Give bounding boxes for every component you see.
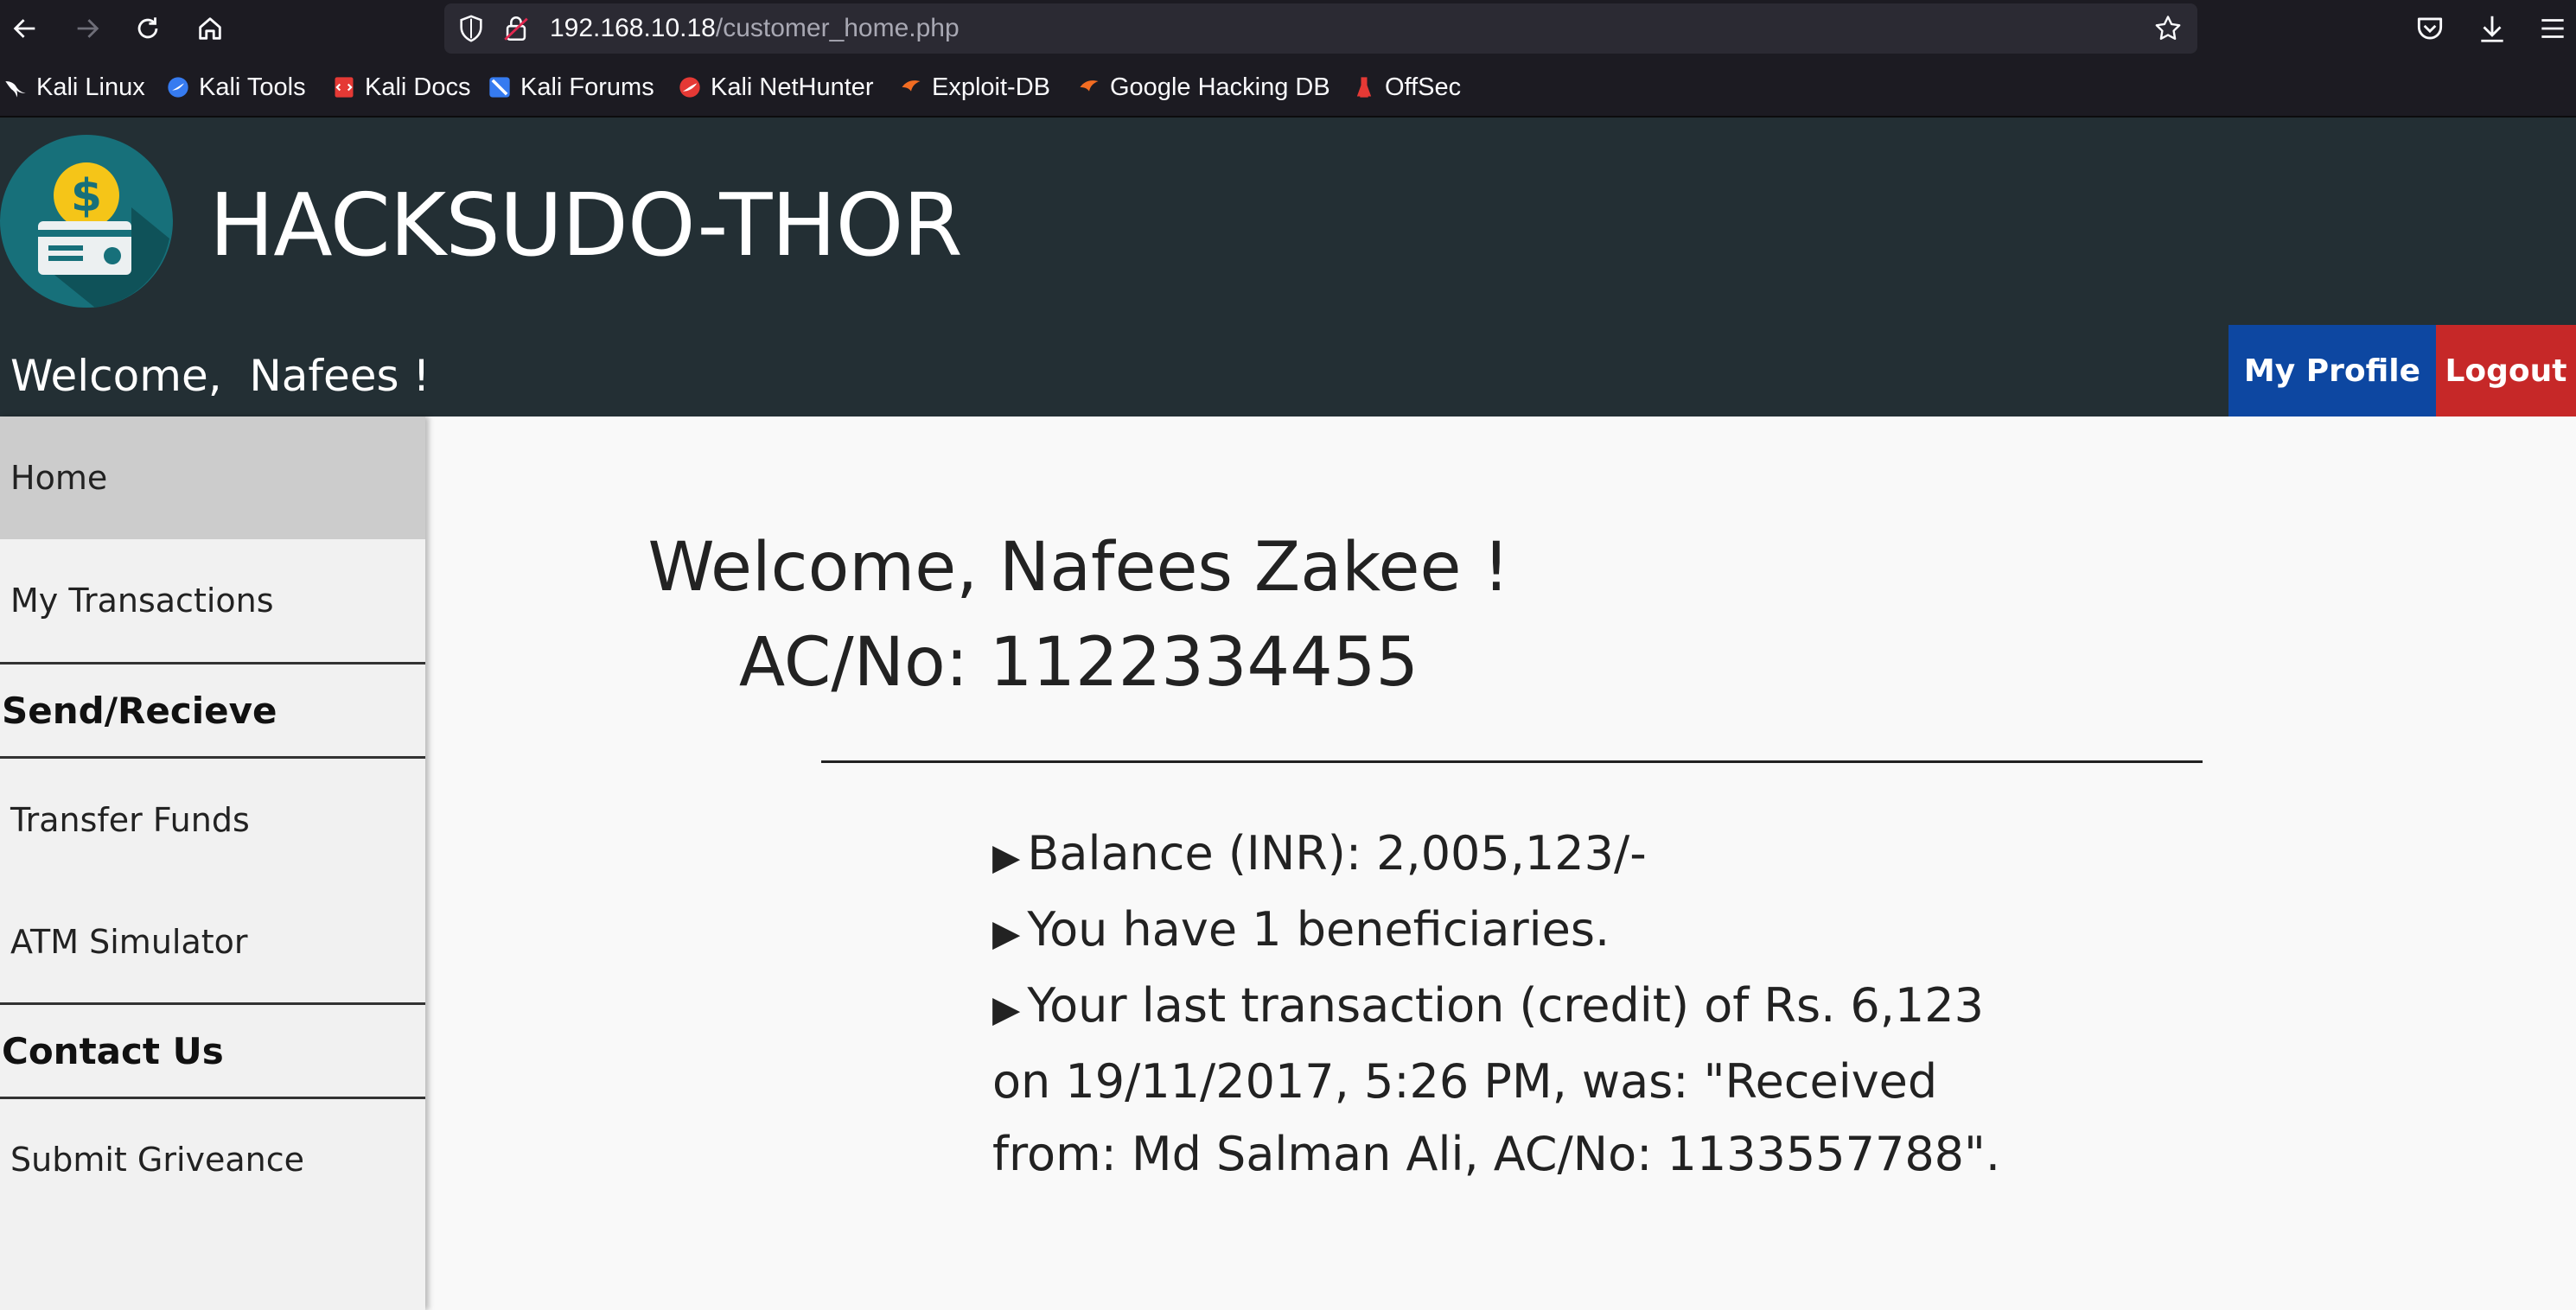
sidebar-item-transfer-funds[interactable]: Transfer Funds bbox=[0, 759, 425, 881]
url-bar[interactable]: 192.168.10.18/customer_home.php bbox=[444, 3, 2197, 54]
bookmark-kali-forums[interactable]: Kali Forums bbox=[488, 57, 654, 118]
bookmark-kali-docs[interactable]: Kali Docs bbox=[332, 57, 471, 118]
sidebar-item-atm-simulator[interactable]: ATM Simulator bbox=[0, 881, 425, 1002]
browser-toolbar: 192.168.10.18/customer_home.php bbox=[0, 0, 2576, 57]
bookmark-kali-linux[interactable]: Kali Linux bbox=[3, 57, 145, 118]
nethunter-icon bbox=[679, 77, 700, 98]
svg-text:$: $ bbox=[71, 170, 102, 222]
beneficiaries-line: ▶ You have 1 beneficiaries. bbox=[992, 893, 2047, 970]
bank-logo-icon: $ bbox=[0, 135, 173, 308]
account-summary: ▶ Balance (INR): 2,005,123/- ▶ You have 1 … bbox=[992, 817, 2047, 1191]
logout-button[interactable]: Logout bbox=[2436, 325, 2576, 417]
bookmark-label: Kali Forums bbox=[520, 73, 654, 101]
offsec-icon bbox=[1356, 77, 1372, 98]
kali-dragon-icon bbox=[5, 81, 26, 98]
bookmark-label: Google Hacking DB bbox=[1110, 73, 1330, 101]
bookmarks-toolbar: Kali Linux Kali Tools Kali Docs Kali For… bbox=[0, 57, 2576, 118]
content-divider bbox=[821, 760, 2203, 763]
my-profile-button[interactable]: My Profile bbox=[2228, 325, 2436, 417]
insecure-lock-icon[interactable] bbox=[501, 13, 531, 44]
home-icon[interactable] bbox=[190, 9, 230, 48]
kali-tools-icon bbox=[168, 77, 188, 98]
account-number: AC/No: 1122334455 bbox=[738, 624, 1419, 702]
ghdb-icon bbox=[1080, 80, 1099, 92]
customer-greeting: Welcome, Nafees Zakee ! AC/No: 112233445… bbox=[0, 520, 2158, 710]
bullet-triangle-icon: ▶ bbox=[992, 912, 1021, 954]
reload-icon[interactable] bbox=[128, 9, 168, 48]
kali-forums-icon bbox=[489, 77, 510, 98]
bookmark-label: Kali NetHunter bbox=[711, 73, 874, 101]
pocket-icon[interactable] bbox=[2413, 12, 2446, 45]
tracking-shield-icon[interactable] bbox=[456, 14, 486, 43]
sidebar-item-label: Home bbox=[10, 459, 108, 497]
site-title: HACKSUDO-THOR bbox=[209, 175, 963, 276]
back-arrow-icon[interactable] bbox=[5, 9, 45, 48]
bookmark-offsec[interactable]: OffSec bbox=[1352, 57, 1461, 118]
exploit-db-icon bbox=[902, 80, 921, 92]
bookmark-kali-tools[interactable]: Kali Tools bbox=[166, 57, 306, 118]
hamburger-menu-icon[interactable] bbox=[2536, 12, 2569, 45]
bullet-triangle-icon: ▶ bbox=[992, 836, 1021, 878]
balance-line: ▶ Balance (INR): 2,005,123/- bbox=[992, 817, 2047, 893]
bookmark-label: OffSec bbox=[1385, 73, 1462, 101]
url-host: 192.168.10.18 bbox=[550, 14, 716, 42]
forward-arrow-icon[interactable] bbox=[67, 9, 107, 48]
bookmark-kali-nethunter[interactable]: Kali NetHunter bbox=[678, 57, 874, 118]
greeting-name: Welcome, Nafees Zakee ! bbox=[647, 529, 1510, 607]
last-transaction-text-3: from: Md Salman Ali, AC/No: 1133557788". bbox=[992, 1127, 2001, 1181]
welcome-message: Welcome, Nafees ! bbox=[10, 351, 430, 401]
downloads-icon[interactable] bbox=[2476, 12, 2509, 45]
last-transaction-text-1: Your last transaction (credit) of Rs. 6,… bbox=[1027, 978, 1984, 1033]
sidebar-item-label: ATM Simulator bbox=[10, 923, 248, 961]
bookmark-label: Exploit-DB bbox=[932, 73, 1050, 101]
bookmark-label: Kali Linux bbox=[36, 73, 145, 101]
url-text[interactable]: 192.168.10.18/customer_home.php bbox=[550, 3, 960, 54]
url-path: /customer_home.php bbox=[715, 14, 960, 42]
bookmark-exploit-db[interactable]: Exploit-DB bbox=[899, 57, 1050, 118]
sidebar-section-contact-us: Contact Us bbox=[2, 1029, 224, 1072]
balance-text: Balance (INR): 2,005,123/- bbox=[1027, 826, 1647, 881]
last-transaction-text-2: on 19/11/2017, 5:26 PM, was: "Received bbox=[992, 1054, 1938, 1109]
beneficiaries-text: You have 1 beneficiaries. bbox=[1027, 902, 1610, 957]
bookmark-star-icon[interactable] bbox=[2152, 13, 2184, 44]
sidebar-item-label: Transfer Funds bbox=[10, 801, 250, 839]
bookmark-label: Kali Tools bbox=[199, 73, 306, 101]
kali-docs-icon bbox=[335, 77, 354, 98]
sidebar-item-label: Submit Griveance bbox=[10, 1141, 305, 1179]
last-transaction-line: ▶ Your last transaction (credit) of Rs. 6… bbox=[992, 970, 2047, 1046]
bookmark-google-hacking-db[interactable]: Google Hacking DB bbox=[1077, 57, 1330, 118]
bookmark-label: Kali Docs bbox=[365, 73, 471, 101]
bullet-triangle-icon: ▶ bbox=[992, 988, 1021, 1030]
sidebar-item-submit-griveance[interactable]: Submit Griveance bbox=[0, 1099, 425, 1220]
site-header: $ HACKSUDO-THOR Welcome, Nafees ! My Pro… bbox=[0, 118, 2576, 417]
